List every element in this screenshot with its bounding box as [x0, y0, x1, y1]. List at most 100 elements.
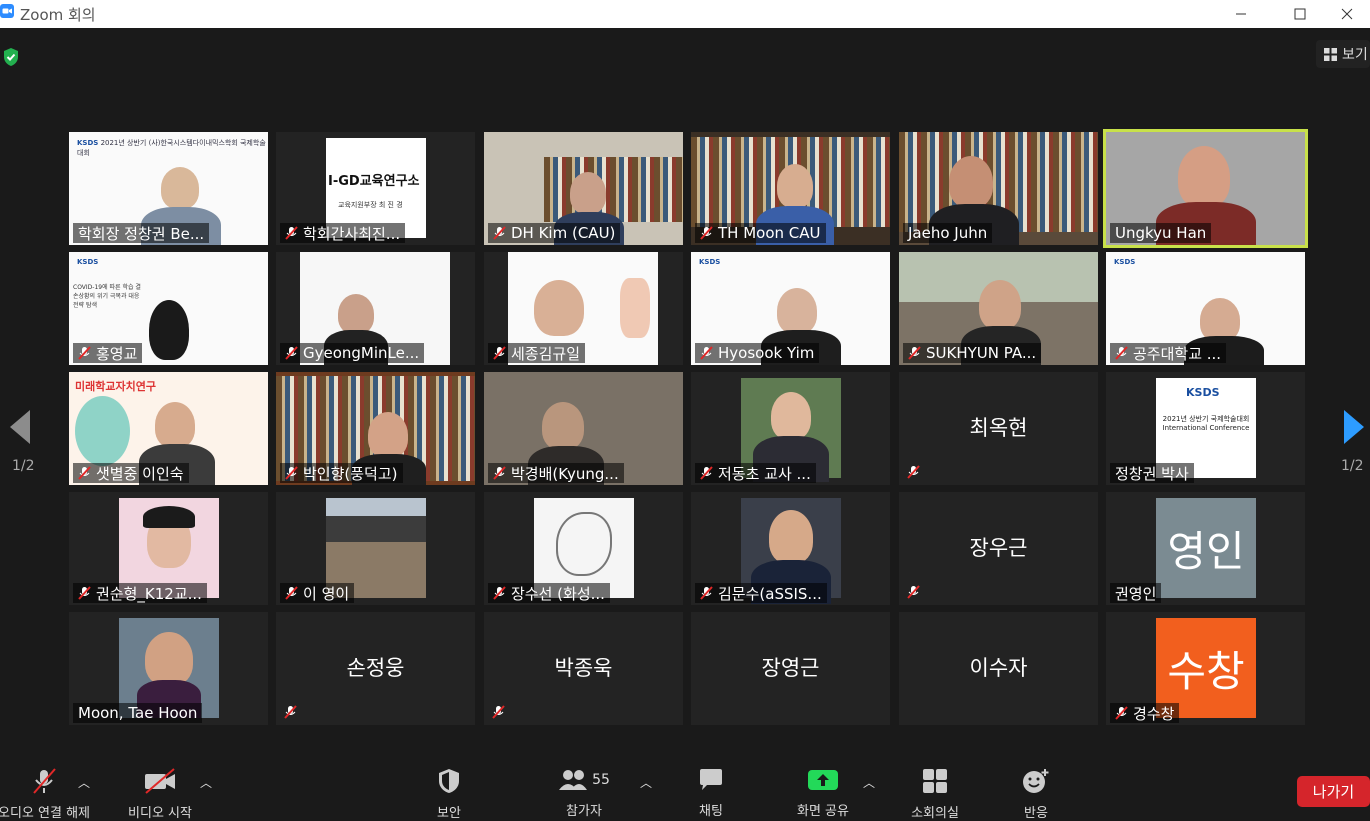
participant-tile[interactable]: KSDS 공주대학교 ... — [1106, 252, 1305, 365]
window-title: Zoom 회의 — [20, 6, 96, 24]
mute-options-chevron-up-icon[interactable]: ︿ — [78, 774, 90, 791]
person-silhouette — [769, 510, 813, 564]
reaction-smiley-icon — [1023, 769, 1049, 793]
participants-icon — [559, 770, 588, 790]
meeting-toolbar: 오디오 연결 해제 ︿ 비디오 시작 ︿ 보안 55 참가자 ︿ 채팅 화면 공… — [0, 750, 1370, 821]
maximize-icon — [1294, 8, 1306, 20]
breakout-rooms-button[interactable]: 소회의실 — [900, 768, 970, 821]
participant-tile[interactable]: KSDS 2021년 상반기 국제학술대회 International Conf… — [1106, 372, 1305, 485]
share-options-chevron-up-icon[interactable]: ︿ — [863, 774, 875, 791]
person-silhouette — [777, 164, 813, 208]
video-button[interactable]: 비디오 시작 — [118, 768, 202, 821]
reactions-label: 반응 — [1024, 806, 1048, 821]
participant-name-text: Hyosook Yim — [718, 344, 815, 362]
slide-logo-text: KSDS — [1114, 258, 1136, 266]
minimize-button[interactable] — [1218, 0, 1264, 28]
slide-logo-text: KSDS — [77, 139, 99, 147]
security-shield-icon — [439, 769, 459, 793]
participant-tile[interactable]: 장우근 — [899, 492, 1098, 605]
leave-meeting-button[interactable]: 나가기 — [1297, 776, 1370, 807]
participant-name-text: 이 영이 — [303, 584, 350, 603]
participant-tile[interactable]: 이 영이 — [276, 492, 475, 605]
maximize-button[interactable] — [1277, 0, 1323, 28]
slide-header: KSDS — [77, 258, 98, 266]
mic-muted-icon — [1115, 346, 1128, 360]
person-silhouette — [155, 402, 195, 448]
breakout-rooms-label: 소회의실 — [911, 806, 959, 821]
participant-name-text: 저동초 교사 ... — [718, 464, 811, 483]
person-silhouette — [949, 156, 993, 208]
participant-name-text: Ungkyu Han — [1115, 224, 1207, 242]
participant-tile[interactable]: 권순형_K12교... — [69, 492, 268, 605]
participant-tile[interactable]: KSDS 2021년 상반기 (사)한국시스템다이내믹스학회 국제학술대회 학회… — [69, 132, 268, 245]
participant-name-center: 장영근 — [761, 656, 820, 680]
security-button[interactable]: 보안 — [420, 768, 478, 821]
participant-tile[interactable]: DH Kim (CAU) — [484, 132, 683, 245]
participant-tile[interactable]: I-GD교육연구소 교육지원부장 최 진 경 학회간사최진... — [276, 132, 475, 245]
mic-muted-icon — [493, 346, 506, 360]
chat-label: 채팅 — [699, 804, 723, 819]
participant-name: Moon, Tae Hoon — [73, 703, 203, 723]
participant-tile[interactable]: 영인 권영인 — [1106, 492, 1305, 605]
participants-button[interactable]: 55 참가자 — [552, 768, 616, 819]
slide-subtitle: International Conference — [1162, 424, 1250, 432]
participant-name: SUKHYUN PA... — [903, 343, 1042, 363]
mute-button[interactable]: 오디오 연결 해제 — [0, 768, 90, 821]
page-indicator-left: 1/2 — [12, 458, 35, 474]
participant-name-center: 이수자 — [969, 656, 1028, 680]
participant-tile[interactable]: 장영근 — [691, 612, 890, 725]
participant-name-text: 학회장 정창권 Be... — [78, 224, 205, 243]
participant-tile[interactable]: 박경배(Kyung... — [484, 372, 683, 485]
participant-tile[interactable]: SUKHYUN PA... — [899, 252, 1098, 365]
participant-tile[interactable]: 손정웅 — [276, 612, 475, 725]
hair — [143, 506, 195, 528]
participant-tile[interactable]: 세종김규일 — [484, 252, 683, 365]
participant-tile[interactable]: 수창 경수창 — [1106, 612, 1305, 725]
participant-tile[interactable]: Jaeho Juhn — [899, 132, 1098, 245]
slide-title: 2021년 상반기 (사)한국시스템다이내믹스학회 국제학술대회 — [77, 139, 266, 157]
participant-tile[interactable]: TH Moon CAU — [691, 132, 890, 245]
participant-tile[interactable]: Moon, Tae Hoon — [69, 612, 268, 725]
participant-name: Hyosook Yim — [695, 343, 820, 363]
chat-button[interactable]: 채팅 — [682, 768, 740, 819]
view-button[interactable]: 보기 — [1316, 40, 1370, 68]
bookshelf — [544, 157, 683, 222]
participant-name-text: 샛별중 이인숙 — [96, 464, 184, 483]
participant-tile[interactable]: GyeongMinLe... — [276, 252, 475, 365]
participant-name-text: 김문수(aSSIS... — [718, 584, 822, 603]
participant-tile[interactable]: 저동초 교사 ... — [691, 372, 890, 485]
reactions-button[interactable]: 반응 — [1008, 768, 1064, 821]
participant-tile[interactable]: 박인향(풍덕고) — [276, 372, 475, 485]
person-silhouette — [777, 288, 817, 334]
share-screen-label: 화면 공유 — [797, 804, 849, 819]
person-silhouette — [338, 294, 374, 334]
slide-logo-text: KSDS — [1186, 386, 1220, 399]
slide-logo-text: 미래학교자치연구 — [75, 380, 156, 393]
participant-tile[interactable]: 박종욱 — [484, 612, 683, 725]
video-options-chevron-up-icon[interactable]: ︿ — [200, 774, 212, 791]
person-silhouette — [542, 402, 584, 450]
person-silhouette — [771, 392, 811, 440]
participant-tile[interactable]: KSDS Hyosook Yim — [691, 252, 890, 365]
participants-options-chevron-up-icon[interactable]: ︿ — [640, 774, 652, 791]
participant-name: 정창권 박사 — [1110, 463, 1194, 483]
participant-tile[interactable]: 미래학교자치연구 샛별중 이인숙 — [69, 372, 268, 485]
participant-tile[interactable]: KSDS COVID-19에 따른 학습 결손상황의 위기 극복과 대응전략 탐… — [69, 252, 268, 365]
participant-name-text: 세종김규일 — [511, 344, 581, 363]
participant-name-text: 홍영교 — [96, 344, 138, 363]
encryption-shield-icon[interactable] — [2, 47, 20, 67]
share-screen-button[interactable]: 화면 공유 — [786, 768, 860, 819]
participant-name-center: 최옥현 — [969, 416, 1028, 440]
participant-tile[interactable]: 최옥현 — [899, 372, 1098, 485]
participant-tile[interactable]: 장수선 (화성... — [484, 492, 683, 605]
person-silhouette — [979, 280, 1021, 330]
mic-muted-icon — [78, 466, 91, 480]
next-page-arrow-icon[interactable] — [1343, 410, 1365, 444]
participant-tile[interactable]: 이수자 — [899, 612, 1098, 725]
close-button[interactable] — [1324, 0, 1370, 28]
participant-tile-active-speaker[interactable]: Ungkyu Han — [1103, 129, 1308, 248]
previous-page-arrow-icon[interactable] — [10, 410, 32, 444]
participant-tile[interactable]: 김문수(aSSIS... — [691, 492, 890, 605]
slide-subtitle: 교육지원부장 최 진 경 — [338, 201, 403, 209]
participant-name-text: Moon, Tae Hoon — [78, 704, 198, 722]
